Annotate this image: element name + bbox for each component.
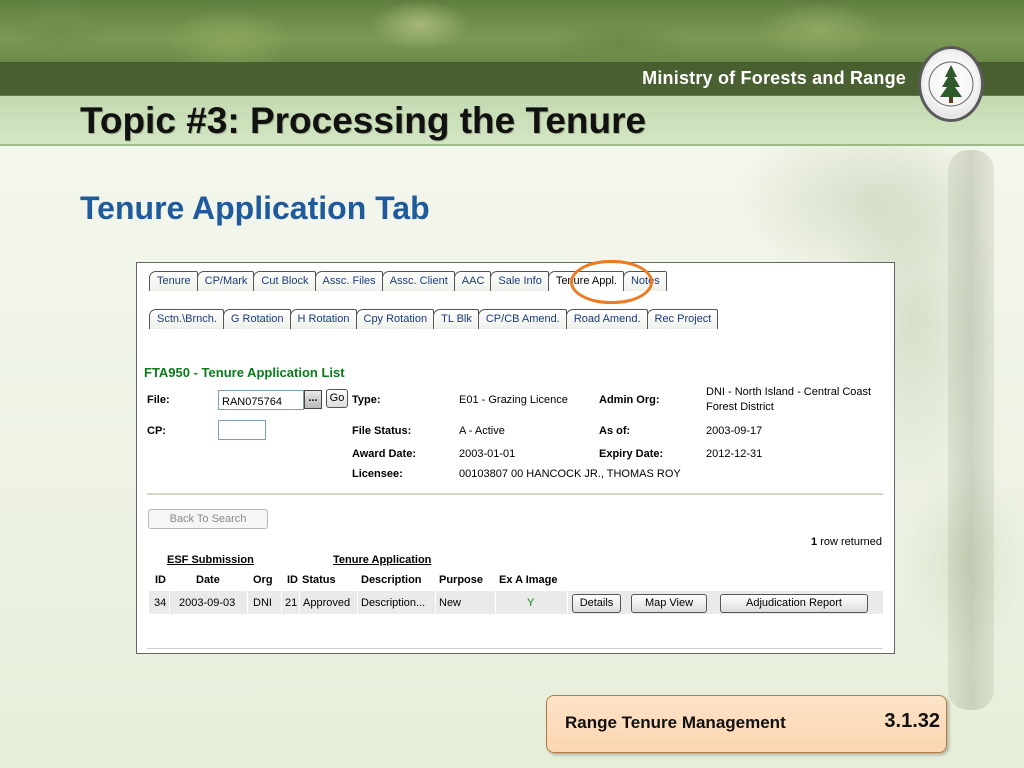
esf-submission-header: ESF Submission: [167, 554, 254, 566]
col-date: Date: [196, 574, 220, 586]
details-button[interactable]: Details: [572, 594, 621, 613]
tenure-application-header: Tenure Application: [333, 554, 432, 566]
type-label: Type:: [352, 394, 381, 406]
cell-date: 2003-09-03: [179, 597, 236, 609]
file-label: File:: [147, 394, 170, 406]
cp-label: CP:: [147, 425, 166, 437]
rows-text: row returned: [820, 536, 882, 548]
award-date-label: Award Date:: [352, 448, 416, 460]
adjudication-report-button[interactable]: Adjudication Report: [720, 594, 868, 613]
tab-assc-client[interactable]: Assc. Client: [381, 271, 455, 291]
licensee-value: 00103807 00 HANCOCK JR., THOMAS ROY: [459, 468, 681, 480]
as-of-value: 2003-09-17: [706, 425, 763, 437]
admin-org-label: Admin Org:: [599, 394, 660, 406]
cell-status: Approved: [303, 597, 351, 609]
tab-h-rotation[interactable]: H Rotation: [289, 309, 357, 329]
col-description: Description: [361, 574, 422, 586]
slide-title: Topic #3: Processing the Tenure: [80, 100, 647, 141]
tab-tenure[interactable]: Tenure: [149, 271, 198, 291]
divider: [147, 493, 883, 495]
col-esf-id: ID: [155, 574, 166, 586]
bottom-divider: [147, 648, 883, 649]
screen-title: FTA950 - Tenure Application List: [144, 365, 345, 380]
tab-g-rotation[interactable]: G Rotation: [222, 309, 291, 329]
slide-number: 3.1.32: [884, 710, 940, 732]
as-of-label: As of:: [599, 425, 631, 437]
cell-app-id: 21: [285, 597, 298, 609]
rows-returned: 1 row returned: [811, 536, 882, 548]
cell-separator: [281, 591, 282, 614]
file-browse-button[interactable]: ...: [304, 390, 322, 409]
cell-purpose: New: [439, 597, 462, 609]
admin-org-value: DNI - North Island - Central Coast: [706, 386, 872, 398]
ministry-name: Ministry of Forests and Range: [642, 68, 906, 88]
cell-ex-a-image: Y: [527, 597, 535, 609]
expiry-date-value: 2012-12-31: [706, 448, 763, 460]
back-to-search-button[interactable]: Back To Search: [148, 509, 268, 529]
course-name: Range Tenure Management: [565, 713, 786, 732]
tab-cp-mark[interactable]: CP/Mark: [196, 271, 255, 291]
cell-org: DNI: [253, 597, 272, 609]
col-purpose: Purpose: [439, 574, 484, 586]
background-tree-trunk: [948, 150, 994, 710]
tree-icon: [928, 61, 974, 107]
tab-aac[interactable]: AAC: [453, 271, 492, 291]
rows-count: 1: [811, 536, 818, 548]
cell-description[interactable]: Description...: [361, 597, 425, 609]
go-button[interactable]: Go: [326, 389, 348, 408]
footer-box: Range Tenure Management 3.1.32: [546, 695, 947, 753]
cell-separator: [435, 591, 436, 614]
tab-cp-cb-amend[interactable]: CP/CB Amend.: [477, 309, 567, 329]
cell-separator: [247, 591, 248, 614]
tab-cut-block[interactable]: Cut Block: [253, 271, 316, 291]
tab-rec-project[interactable]: Rec Project: [646, 309, 719, 329]
forest-service-seal-logo: [918, 46, 984, 122]
cp-input[interactable]: [218, 420, 266, 440]
tab-tl-blk[interactable]: TL Blk: [433, 309, 479, 329]
col-status: Status: [302, 574, 336, 586]
tab-cpy-rotation[interactable]: Cpy Rotation: [355, 309, 435, 329]
tab-sale-info[interactable]: Sale Info: [490, 271, 549, 291]
application-screenshot: Tenure CP/Mark Cut Block Assc. Files Ass…: [136, 260, 895, 654]
cell-separator: [299, 591, 300, 614]
tab-row-primary: Tenure CP/Mark Cut Block Assc. Files Ass…: [149, 260, 667, 304]
cell-esf-id: 34: [154, 597, 167, 609]
award-date-value: 2003-01-01: [459, 448, 516, 460]
col-ex-a-image: Ex A Image: [499, 574, 558, 586]
slide-subtitle: Tenure Application Tab: [80, 190, 430, 226]
type-value: E01 - Grazing Licence: [459, 394, 568, 406]
col-org: Org: [253, 574, 273, 586]
file-status-label: File Status:: [352, 425, 412, 437]
cell-separator: [567, 591, 568, 614]
tab-assc-files[interactable]: Assc. Files: [314, 271, 383, 291]
highlight-circle: [570, 260, 653, 304]
tab-sctn-brnch[interactable]: Sctn.\Brnch.: [149, 309, 224, 329]
expiry-date-label: Expiry Date:: [599, 448, 664, 460]
cell-separator: [169, 591, 170, 614]
col-app-id: ID: [287, 574, 298, 586]
tab-row-secondary: Sctn.\Brnch. G Rotation H Rotation Cpy R…: [149, 307, 719, 329]
cell-separator: [495, 591, 496, 614]
cell-separator: [357, 591, 358, 614]
map-view-button[interactable]: Map View: [631, 594, 707, 613]
licensee-label: Licensee:: [352, 468, 403, 480]
file-input[interactable]: [218, 390, 304, 410]
admin-org-value-line2: Forest District: [706, 401, 774, 413]
tab-road-amend[interactable]: Road Amend.: [565, 309, 648, 329]
file-status-value: A - Active: [459, 425, 505, 437]
